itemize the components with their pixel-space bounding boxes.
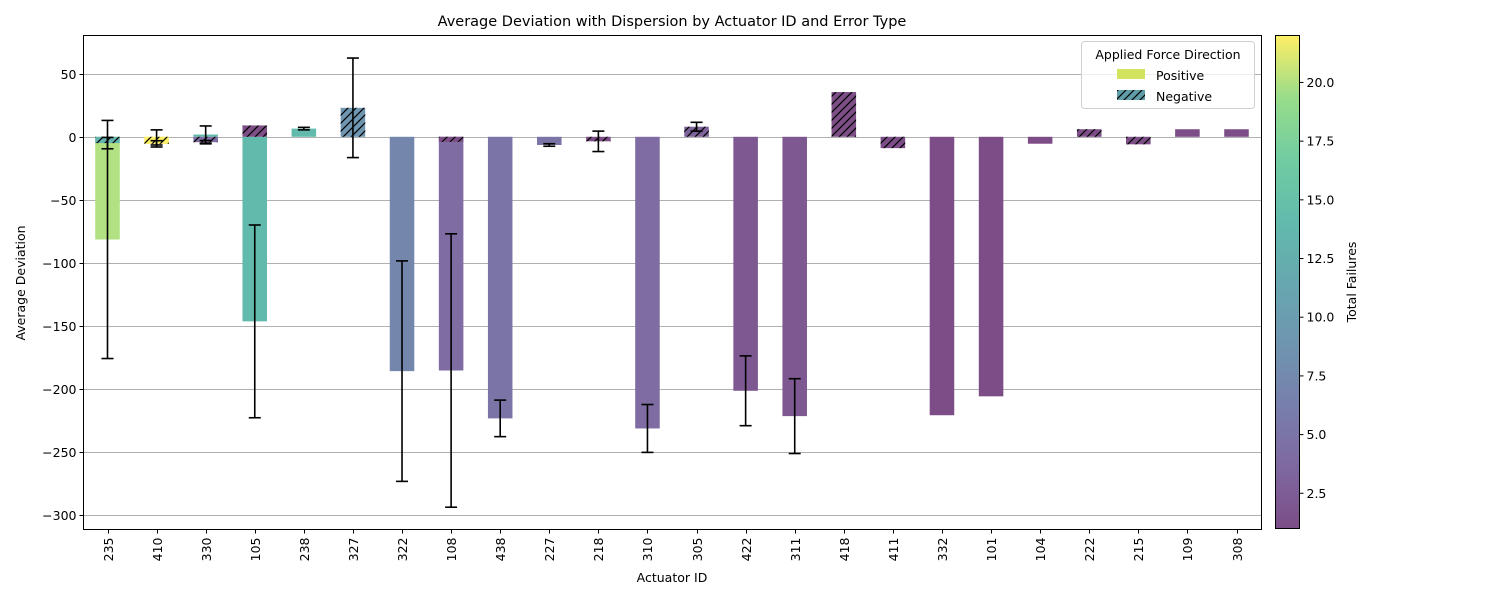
- colorbar-tick-label: 12.5: [1307, 251, 1335, 266]
- bar-positive-310: [635, 136, 660, 429]
- x-tick-label: 109: [1180, 537, 1195, 561]
- bar-positive-308: [1224, 129, 1249, 137]
- x-tick-label: 332: [935, 538, 950, 562]
- x-tick-label: 322: [395, 538, 410, 562]
- x-tick-label: 411: [886, 538, 901, 562]
- bar-hatch-411: [880, 136, 906, 149]
- y-tick-label: 0: [69, 130, 77, 145]
- bar-hatch-215: [1126, 136, 1151, 145]
- y-tick-label: −150: [42, 319, 76, 334]
- x-tick-label: 327: [346, 538, 361, 562]
- legend: Applied Force Direction Positive Negativ…: [1081, 41, 1255, 109]
- y-tick-label: −250: [42, 445, 76, 460]
- y-axis-label: Average Deviation: [13, 225, 28, 340]
- bar-positive-109: [1175, 129, 1200, 137]
- colorbar-tick-label: 7.5: [1307, 368, 1327, 383]
- x-tick-label: 305: [690, 538, 705, 562]
- colorbar-tick-label: 5.0: [1307, 427, 1327, 442]
- x-tick-label: 410: [150, 537, 165, 561]
- x-tick-label: 222: [1082, 538, 1097, 562]
- legend-swatch-positive: [1117, 69, 1145, 79]
- x-tick-label: 108: [444, 537, 459, 561]
- bar-positive-422: [733, 136, 758, 391]
- legend-swatch-negative-hatch: [1117, 90, 1145, 100]
- x-tick-label: 330: [199, 537, 214, 561]
- y-tick-label: −100: [42, 256, 76, 271]
- legend-label-negative: Negative: [1156, 89, 1212, 104]
- colorbar-label: Total Failures: [1344, 242, 1359, 324]
- chart-title: Average Deviation with Dispersion by Act…: [438, 14, 907, 30]
- colorbar-gradient: [1275, 35, 1300, 529]
- x-tick-label: 311: [788, 538, 803, 562]
- bar-positive-332: [929, 136, 955, 416]
- y-tick-label: −200: [42, 382, 76, 397]
- x-tick-label: 308: [1230, 537, 1245, 561]
- legend-label-positive: Positive: [1156, 68, 1204, 83]
- x-tick-label: 104: [1033, 537, 1048, 561]
- y-axis: 50 0 −50 −100 −150 −200 −250 −300: [42, 67, 84, 523]
- colorbar-tick-label: 2.5: [1307, 486, 1327, 501]
- x-tick-label: 101: [984, 538, 999, 562]
- x-tick-label: 218: [591, 537, 606, 561]
- x-tick-label: 227: [542, 538, 557, 562]
- y-tick-label: −50: [50, 193, 76, 208]
- colorbar-ticks: 2.5 5.0 7.5 10.0 12.5 15.0 17.5 20.0: [1299, 75, 1335, 501]
- bar-positive-311: [782, 136, 807, 417]
- x-tick-label: 310: [640, 537, 655, 561]
- legend-title: Applied Force Direction: [1095, 47, 1240, 62]
- colorbar-tick-label: 10.0: [1307, 310, 1335, 325]
- x-tick-label: 418: [837, 537, 852, 561]
- x-tick-label: 422: [739, 538, 754, 562]
- bar-positive-101: [978, 136, 1004, 397]
- bar-hatch-222: [1076, 129, 1102, 137]
- colorbar: 2.5 5.0 7.5 10.0 12.5 15.0 17.5 20.0 Total Fail…: [1275, 35, 1359, 529]
- x-tick-label: 215: [1131, 538, 1146, 562]
- bar-positive-438: [487, 136, 513, 419]
- x-tick-label: 238: [297, 537, 312, 561]
- chart: Average Deviation with Dispersion by Act…: [13, 14, 1359, 585]
- x-tick-label: 438: [493, 537, 508, 561]
- bar-hatch-105: [242, 125, 268, 137]
- x-tick-label: 105: [248, 538, 263, 562]
- x-axis-label: Actuator ID: [637, 570, 708, 585]
- error-bars-layer: [101, 57, 801, 509]
- bar-hatch-108: [438, 136, 464, 142]
- x-axis: 235 410 330 105 238 327 322 108 438 227 218 310 305 4…: [101, 529, 1245, 562]
- y-tick-label: −300: [42, 508, 76, 523]
- bar-hatch-418: [831, 92, 857, 137]
- colorbar-tick-label: 15.0: [1307, 192, 1335, 207]
- bars-layer: [95, 92, 1249, 429]
- colorbar-tick-label: 20.0: [1307, 75, 1335, 90]
- colorbar-tick-label: 17.5: [1307, 134, 1335, 149]
- bar-positive-104: [1027, 136, 1053, 144]
- y-tick-label: 50: [61, 67, 77, 82]
- x-tick-label: 235: [101, 538, 116, 562]
